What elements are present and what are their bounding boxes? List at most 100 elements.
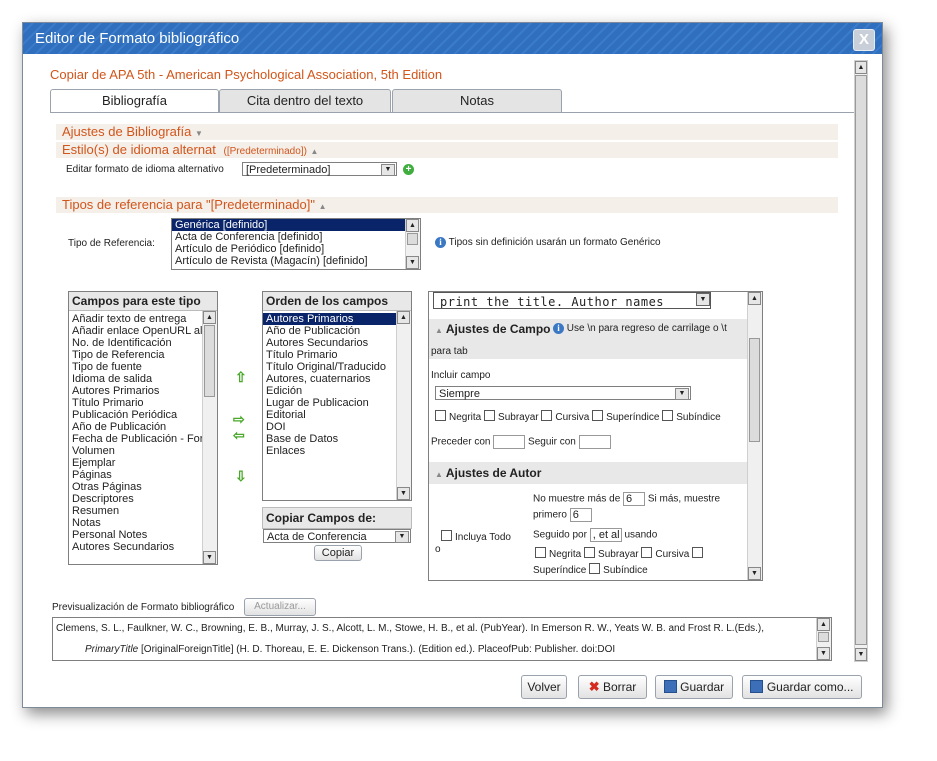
scrollbar[interactable]: ▲ ▼ bbox=[747, 292, 762, 580]
scroll-thumb[interactable] bbox=[407, 233, 418, 245]
list-item[interactable]: Publicación Periódica bbox=[69, 409, 217, 421]
close-icon[interactable]: X bbox=[853, 29, 875, 51]
scrollbar[interactable]: ▲ ▼ bbox=[405, 219, 420, 269]
checkbox[interactable] bbox=[692, 547, 704, 558]
scroll-thumb[interactable] bbox=[818, 632, 829, 642]
checkbox[interactable] bbox=[589, 563, 601, 574]
list-item[interactable]: Artículo de Periódico [definido] bbox=[172, 243, 420, 255]
borrar-button[interactable]: ✖ Borrar bbox=[578, 675, 647, 699]
scroll-down-icon[interactable]: ▼ bbox=[817, 647, 830, 660]
list-item[interactable]: Título Original/Traducido bbox=[263, 361, 411, 373]
scroll-thumb[interactable] bbox=[855, 75, 867, 645]
cursiva-check[interactable]: Cursiva bbox=[541, 410, 589, 423]
cursiva-check[interactable]: Cursiva bbox=[641, 547, 689, 560]
editar-select[interactable]: [Predeterminado] ▼ bbox=[242, 162, 397, 176]
list-item[interactable]: Autores Secundarios bbox=[263, 337, 411, 349]
scroll-up-icon[interactable]: ▲ bbox=[203, 311, 216, 324]
list-item[interactable]: DOI bbox=[263, 421, 411, 433]
checkbox[interactable] bbox=[484, 410, 496, 421]
list-item[interactable]: Páginas bbox=[69, 469, 217, 481]
list-item[interactable]: Autores Secundarios bbox=[69, 541, 217, 553]
actualizar-button[interactable]: Actualizar... bbox=[244, 598, 316, 616]
negrita-check[interactable]: Negrita bbox=[535, 547, 581, 560]
section-ajustes[interactable]: Ajustes de Bibliografía ▼ bbox=[56, 124, 838, 140]
list-item[interactable]: Artículo de Revista (Magacín) [definido] bbox=[172, 255, 420, 267]
preceder-input[interactable] bbox=[493, 435, 526, 449]
checkbox[interactable] bbox=[662, 410, 674, 421]
list-item[interactable]: Volumen bbox=[69, 445, 217, 457]
scroll-up-icon[interactable]: ▲ bbox=[817, 618, 830, 631]
section-idioma[interactable]: Estilo(s) de idioma alternat ([Predeterm… bbox=[56, 142, 838, 158]
list-item[interactable]: Tipo de Referencia bbox=[69, 349, 217, 361]
list-item[interactable]: Año de Publicación bbox=[263, 325, 411, 337]
subindice-check[interactable]: Subíndice bbox=[589, 563, 648, 576]
list-item[interactable]: Notas bbox=[69, 517, 217, 529]
list-item[interactable]: Edición bbox=[263, 385, 411, 397]
scrollbar[interactable]: ▲ ▼ bbox=[202, 311, 217, 564]
checkbox[interactable] bbox=[584, 547, 596, 558]
move-right-icon[interactable]: ⇨ bbox=[233, 411, 245, 428]
guardar-como-button[interactable]: Guardar como... bbox=[742, 675, 862, 699]
copiar-select[interactable]: Acta de Conferencia ▼ bbox=[263, 529, 411, 543]
scroll-up-icon[interactable]: ▲ bbox=[397, 311, 410, 324]
code-field[interactable]: print the title. Author names bbox=[433, 292, 711, 309]
scroll-thumb[interactable] bbox=[204, 325, 215, 397]
volver-button[interactable]: Volver bbox=[521, 675, 567, 699]
move-left-icon[interactable]: ⇦ bbox=[233, 427, 245, 444]
scroll-thumb[interactable] bbox=[749, 338, 760, 442]
checkbox[interactable] bbox=[535, 547, 546, 558]
list-item[interactable]: Enlaces bbox=[263, 445, 411, 457]
scrollbar[interactable]: ▲ ▼ bbox=[396, 311, 411, 500]
scroll-down-icon[interactable]: ▼ bbox=[855, 648, 867, 661]
list-item[interactable]: Personal Notes bbox=[69, 529, 217, 541]
scroll-up-icon[interactable]: ▲ bbox=[406, 219, 419, 232]
no-muestre-input[interactable]: 6 bbox=[623, 492, 646, 506]
campos-listbox[interactable]: Campos para este tipo Añadir texto de en… bbox=[68, 291, 218, 565]
incluya-check[interactable]: Incluya Todo bbox=[441, 530, 511, 543]
list-item[interactable]: Editorial bbox=[263, 409, 411, 421]
list-item[interactable]: Descriptores bbox=[69, 493, 217, 505]
section-tipos[interactable]: Tipos de referencia para "[Predeterminad… bbox=[56, 197, 838, 213]
checkbox[interactable] bbox=[641, 547, 653, 558]
dialog-scrollbar[interactable]: ▲ ▼ bbox=[854, 60, 868, 662]
add-icon[interactable]: + bbox=[403, 164, 414, 175]
checkbox[interactable] bbox=[541, 410, 553, 421]
move-down-icon[interactable]: ⇩ bbox=[235, 468, 247, 485]
list-item[interactable]: Genérica [definido] bbox=[172, 219, 420, 231]
campo-header[interactable]: ▲ Ajustes de Campo bbox=[435, 322, 551, 336]
subrayar-check[interactable]: Subrayar bbox=[584, 547, 639, 560]
primero-input[interactable]: 6 bbox=[569, 508, 592, 522]
tipo-listbox[interactable]: Genérica [definido] Acta de Conferencia … bbox=[171, 218, 421, 270]
scroll-up-icon[interactable]: ▲ bbox=[855, 61, 867, 74]
list-item[interactable]: Tipo de fuente bbox=[69, 361, 217, 373]
list-item[interactable]: Ejemplar bbox=[69, 457, 217, 469]
subindice-check[interactable]: Subíndice bbox=[662, 410, 721, 423]
scroll-down-icon[interactable]: ▼ bbox=[203, 551, 216, 564]
list-item[interactable]: Añadir texto de entrega bbox=[69, 313, 217, 325]
list-item[interactable]: Autores, cuaternarios bbox=[263, 373, 411, 385]
scrollbar[interactable]: ▲ ▼ bbox=[816, 618, 831, 660]
copiar-button[interactable]: Copiar bbox=[314, 545, 362, 561]
list-item[interactable]: Autores Primarios bbox=[263, 313, 411, 325]
list-item[interactable]: Título Primario bbox=[263, 349, 411, 361]
scroll-up-icon[interactable]: ▲ bbox=[748, 292, 761, 305]
superindice-check[interactable]: Superíndice bbox=[592, 410, 659, 423]
negrita-check[interactable]: Negrita bbox=[435, 410, 481, 423]
list-item[interactable]: Autores Primarios bbox=[69, 385, 217, 397]
list-item[interactable]: Base de Datos bbox=[263, 433, 411, 445]
checkbox[interactable] bbox=[592, 410, 604, 421]
subrayar-check[interactable]: Subrayar bbox=[484, 410, 539, 423]
list-item[interactable]: Título Primario bbox=[69, 397, 217, 409]
list-item[interactable]: Fecha de Publicación - Form bbox=[69, 433, 217, 445]
scroll-down-icon[interactable]: ▼ bbox=[406, 256, 419, 269]
list-item[interactable]: Otras Páginas bbox=[69, 481, 217, 493]
seguir-input[interactable] bbox=[578, 435, 611, 449]
autor-header[interactable]: ▲ Ajustes de Autor bbox=[435, 466, 541, 480]
list-item[interactable]: Resumen bbox=[69, 505, 217, 517]
tab-notas[interactable]: Notas bbox=[392, 89, 562, 112]
orden-listbox[interactable]: Orden de los campos Autores Primarios Año… bbox=[262, 291, 412, 501]
list-item[interactable]: Acta de Conferencia [definido] bbox=[172, 231, 420, 243]
list-item[interactable]: Lugar de Publicacion bbox=[263, 397, 411, 409]
checkbox[interactable] bbox=[441, 530, 452, 541]
seguido-input[interactable]: , et al bbox=[589, 528, 622, 542]
